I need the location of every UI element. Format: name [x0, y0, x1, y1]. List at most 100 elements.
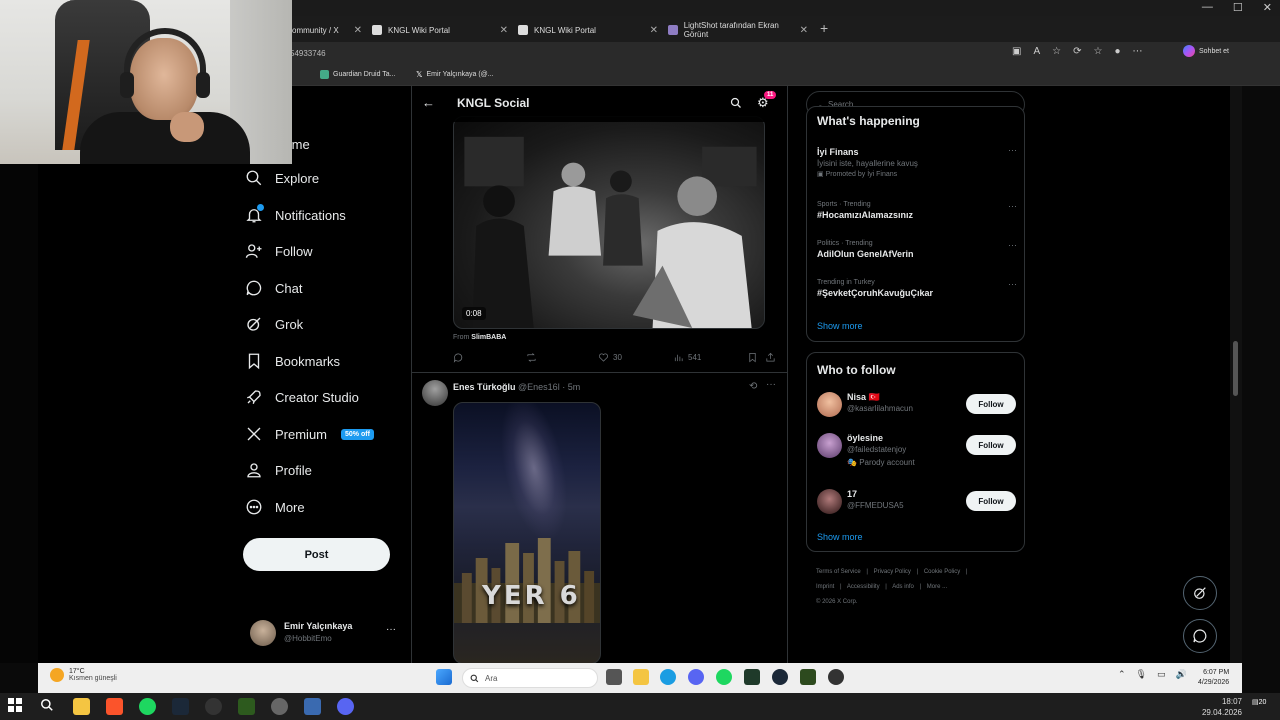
- sidebar-item-explore[interactable]: Explore: [245, 169, 319, 187]
- tab-kngl-wiki-2[interactable]: KNGL Wiki Portal ✕: [510, 19, 660, 41]
- windows-start-icon[interactable]: [8, 698, 25, 715]
- trend-item[interactable]: Trending in Turkey #ŞevketÇoruhKavuğuÇık…: [817, 279, 1017, 298]
- bookmark-button[interactable]: [747, 352, 758, 363]
- close-tab-icon[interactable]: ✕: [500, 25, 508, 36]
- system-clock[interactable]: 18:07 29.04.2026: [1200, 696, 1242, 718]
- share-button[interactable]: [765, 352, 776, 363]
- close-tab-icon[interactable]: ✕: [650, 25, 658, 36]
- game-launcher-icon[interactable]: [238, 698, 255, 715]
- new-tab-button[interactable]: +: [820, 20, 828, 36]
- minimize-icon[interactable]: —: [1202, 1, 1213, 14]
- steam-icon[interactable]: [172, 698, 189, 715]
- chevron-up-icon[interactable]: ⌃: [1118, 669, 1126, 680]
- search-icon[interactable]: [730, 96, 742, 114]
- footer-link-privacy[interactable]: Privacy Policy: [874, 569, 911, 575]
- post-button[interactable]: Post: [243, 538, 390, 571]
- trend-item[interactable]: Sports · Trending #HocamızıAlamazsınız ·…: [817, 201, 1017, 220]
- tweet-time[interactable]: · 5m: [562, 382, 580, 392]
- follow-button[interactable]: Follow: [966, 491, 1016, 511]
- page-scrollbar[interactable]: [1230, 86, 1242, 663]
- task-view-icon[interactable]: [606, 669, 622, 685]
- folder-icon[interactable]: [633, 669, 649, 685]
- source-user[interactable]: SlimBABA: [471, 334, 506, 341]
- tab-kngl-wiki-1[interactable]: KNGL Wiki Portal ✕: [364, 19, 510, 41]
- tab-lightshot[interactable]: LightShot tarafından Ekran Görünt ✕: [660, 19, 810, 41]
- favorites-icon[interactable]: ☆: [1093, 46, 1102, 57]
- footer-link-imprint[interactable]: Imprint: [816, 584, 834, 590]
- reader-icon[interactable]: ▣: [1012, 46, 1021, 57]
- scrollbar-thumb[interactable]: [1233, 341, 1238, 396]
- mic-icon[interactable]: 🎙: [1136, 669, 1147, 680]
- bookmark-guardian-druid[interactable]: Guardian Druid Ta...: [320, 70, 396, 79]
- address-bar[interactable]: 54933746: [290, 46, 1005, 62]
- search-icon[interactable]: [40, 698, 57, 715]
- show-more-link[interactable]: Show more: [817, 321, 863, 331]
- footer-link-cookie[interactable]: Cookie Policy: [924, 569, 960, 575]
- brave-icon[interactable]: [106, 698, 123, 715]
- more-icon[interactable]: ···: [1008, 201, 1017, 211]
- maximize-icon[interactable]: ☐: [1233, 1, 1243, 14]
- follow-suggestion[interactable]: Nisa 🇹🇷 @kasarlilahmacun Follow: [817, 390, 1017, 426]
- sidebar-item-profile[interactable]: Profile: [245, 461, 312, 479]
- tweet-author-name[interactable]: Enes Türkoğlu: [453, 382, 516, 392]
- game-launcher-icon[interactable]: [800, 669, 816, 685]
- network-icon[interactable]: ▭: [1157, 669, 1166, 680]
- chat-fab-button[interactable]: [1183, 619, 1217, 653]
- weather-widget[interactable]: 17°C Kısmen güneşli: [50, 668, 117, 682]
- grok-fab-button[interactable]: [1183, 576, 1217, 610]
- close-icon[interactable]: ✕: [1263, 1, 1272, 14]
- grok-icon[interactable]: ⟲: [749, 381, 757, 392]
- more-icon[interactable]: ···: [386, 624, 396, 635]
- close-tab-icon[interactable]: ✕: [354, 25, 362, 36]
- tweet-author-handle[interactable]: @Enes16l: [518, 382, 560, 392]
- discord-icon[interactable]: [688, 669, 704, 685]
- footer-link-more[interactable]: More ...: [927, 584, 947, 590]
- obs-icon[interactable]: [205, 698, 222, 715]
- discord-icon[interactable]: [337, 698, 354, 715]
- close-tab-icon[interactable]: ✕: [800, 25, 808, 36]
- sidebar-item-bookmarks[interactable]: Bookmarks: [245, 352, 340, 370]
- tab-x-community[interactable]: ommunity / X ✕: [284, 19, 364, 41]
- bookmark-emir[interactable]: 𝕏 Emir Yalçınkaya (@...: [416, 70, 494, 79]
- steam-icon[interactable]: [772, 669, 788, 685]
- tweet-video[interactable]: 0:08: [453, 116, 765, 329]
- trend-item[interactable]: İyi Finans İyisini iste, hayallerine kav…: [817, 145, 1017, 178]
- footer-link-accessibility[interactable]: Accessibility: [847, 584, 880, 590]
- trend-item[interactable]: Politics · Trending AdilOlun GenelAfVeri…: [817, 240, 1017, 259]
- account-switcher[interactable]: Emir Yalçınkaya @HobbitEmo ···: [250, 618, 405, 648]
- spotify-icon[interactable]: [139, 698, 156, 715]
- more-icon[interactable]: ···: [766, 379, 776, 390]
- copilot-button[interactable]: Sohbet et: [1183, 45, 1229, 57]
- translate-icon[interactable]: A: [1033, 46, 1040, 57]
- follow-button[interactable]: Follow: [966, 435, 1016, 455]
- notification-center-icon[interactable]: ▤20: [1252, 698, 1266, 712]
- more-icon[interactable]: ···: [1008, 240, 1017, 250]
- sidebar-item-more[interactable]: More: [245, 498, 305, 516]
- sidebar-item-premium[interactable]: Premium 50% off: [245, 425, 374, 443]
- more-icon[interactable]: ···: [1008, 279, 1017, 289]
- sidebar-item-notifications[interactable]: Notifications: [245, 204, 346, 224]
- follow-button[interactable]: Follow: [966, 394, 1016, 414]
- sidebar-item-follow[interactable]: Follow: [245, 242, 313, 260]
- avatar[interactable]: [422, 380, 448, 406]
- tweet-image[interactable]: YER 6: [453, 402, 601, 663]
- folder-icon[interactable]: [73, 698, 90, 715]
- taskbar-search[interactable]: Ara: [462, 668, 598, 688]
- extensions-icon[interactable]: ⟳: [1073, 46, 1081, 57]
- like-button[interactable]: 30: [598, 352, 622, 363]
- show-more-link[interactable]: Show more: [817, 532, 863, 542]
- repost-button[interactable]: [526, 352, 537, 363]
- network-app-icon[interactable]: [304, 698, 321, 715]
- back-arrow-icon[interactable]: ←: [422, 95, 435, 110]
- footer-link-ads[interactable]: Ads info: [892, 584, 914, 590]
- reply-button[interactable]: [453, 352, 464, 363]
- follow-suggestion[interactable]: öylesine @failedstatenjoy 🎭 Parody accou…: [817, 431, 1017, 467]
- sidebar-item-creator-studio[interactable]: Creator Studio: [245, 388, 359, 406]
- sidebar-item-grok[interactable]: Grok: [245, 315, 303, 333]
- obs-icon[interactable]: [828, 669, 844, 685]
- terminal-icon[interactable]: [744, 669, 760, 685]
- more-icon[interactable]: ⋯: [1133, 46, 1143, 57]
- app-icon[interactable]: [271, 698, 288, 715]
- sidebar-item-chat[interactable]: Chat: [245, 279, 302, 297]
- captured-clock[interactable]: 6:07 PM 4/29/2026: [1198, 668, 1229, 688]
